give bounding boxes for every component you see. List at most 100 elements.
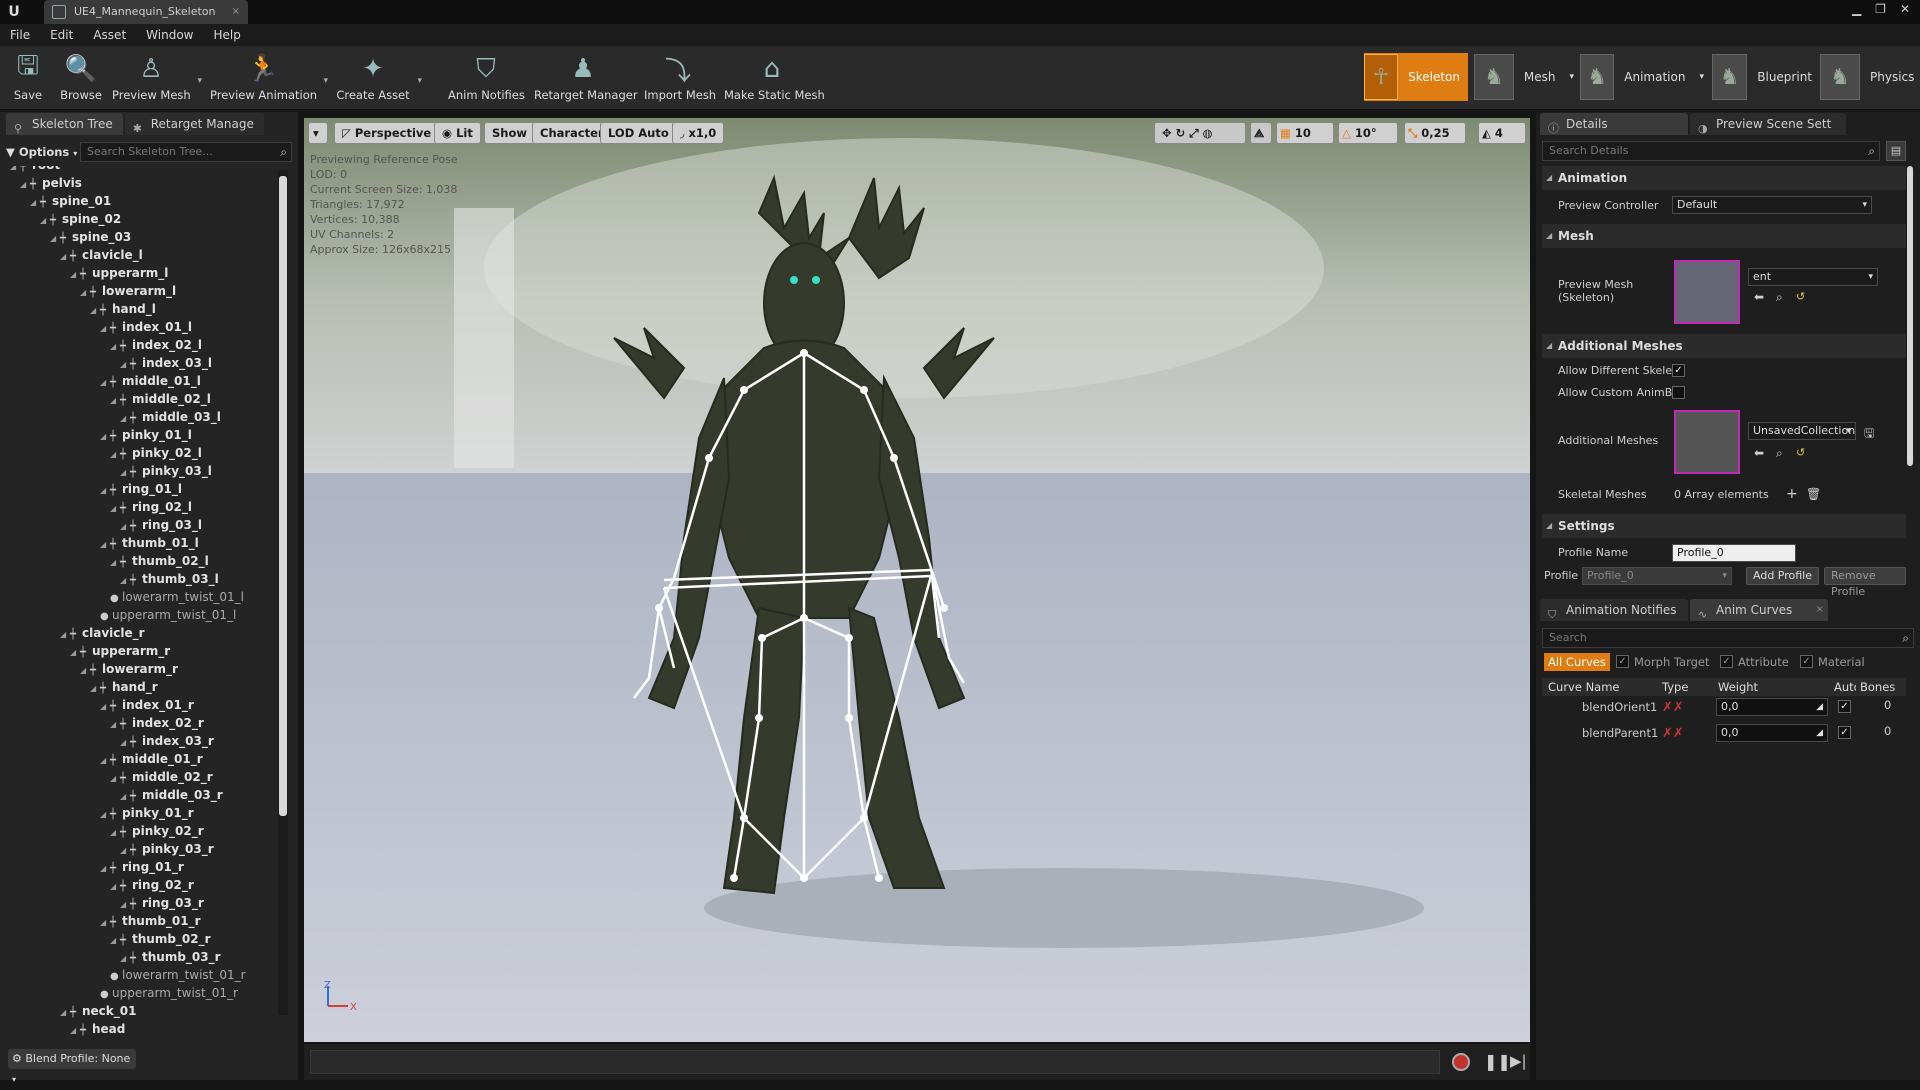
expand-arrow-icon[interactable]: ◢ <box>110 500 120 518</box>
scrollbar-thumb[interactable] <box>1907 166 1913 466</box>
bone-row[interactable]: ◢ ┿ ring_03_r <box>120 894 204 912</box>
preview-animation-dropdown-icon[interactable]: ▾ <box>323 76 328 86</box>
filter-material[interactable]: Material <box>1818 653 1865 671</box>
bone-row[interactable]: ● lowerarm_twist_01_r <box>100 966 246 984</box>
preview-mesh-dropdown-icon[interactable]: ▾ <box>197 76 202 86</box>
bone-row[interactable]: ◢ ┿ index_03_l <box>120 354 212 372</box>
section-mesh[interactable]: Mesh <box>1542 224 1906 248</box>
record-button[interactable] <box>1452 1053 1470 1071</box>
auto-checkbox[interactable]: ✓ <box>1838 726 1851 739</box>
expand-arrow-icon[interactable]: ◢ <box>110 554 120 572</box>
make-static-mesh-button[interactable]: ⌂ Make Static Mesh <box>724 50 825 108</box>
section-settings[interactable]: Settings <box>1542 514 1906 538</box>
create-asset-dropdown-icon[interactable]: ▾ <box>417 76 422 86</box>
bone-row[interactable]: ◢ ┿ thumb_03_r <box>120 948 221 966</box>
bone-row[interactable]: ◢ ┿ pinky_03_l <box>120 462 212 480</box>
filter-morph-target[interactable]: Morph Target <box>1634 653 1710 671</box>
expand-arrow-icon[interactable]: ◢ <box>80 662 90 680</box>
additional-meshes-dropdown[interactable]: UnsavedCollection ▾ <box>1748 422 1856 440</box>
expand-arrow-icon[interactable]: ◢ <box>110 446 120 464</box>
preview-mesh-dropdown[interactable]: ent ▾ <box>1748 268 1878 286</box>
details-scrollbar[interactable] <box>1906 166 1914 466</box>
bone-row[interactable]: ◢ ┿ middle_03_l <box>120 408 221 426</box>
attribute-checkbox[interactable]: ✓ <box>1720 655 1733 668</box>
minimize-button[interactable]: ▁ <box>1852 2 1861 22</box>
weight-input[interactable]: 0,0 ◢ <box>1716 724 1828 742</box>
expand-arrow-icon[interactable]: ◢ <box>100 482 110 500</box>
bone-row[interactable]: ◢ ┿ hand_l <box>90 300 156 318</box>
tab-preview-scene-settings[interactable]: ◑ Preview Scene Sett <box>1690 113 1846 135</box>
rotation-snap-button[interactable]: △ 10° <box>1338 122 1398 144</box>
profile-name-input[interactable]: Profile_0 <box>1672 544 1796 562</box>
bone-row[interactable]: ◢ ┿ pinky_02_l <box>110 444 202 462</box>
import-mesh-button[interactable]: ⤵ Import Mesh <box>644 50 716 108</box>
surface-snap-button[interactable]: ⟁ <box>1250 122 1272 144</box>
view-options-icon[interactable]: ▤ <box>1886 141 1906 161</box>
section-animation[interactable]: Animation <box>1542 166 1906 190</box>
bone-row[interactable]: ◢ ┿ ring_01_r <box>100 858 184 876</box>
document-tab[interactable]: UE4_Mannequin_Skeleton × <box>44 0 248 24</box>
menu-edit[interactable]: Edit <box>40 24 83 46</box>
timeline-scrubber[interactable] <box>310 1050 1440 1074</box>
scale-snap-button[interactable]: ⤡ 0,25 <box>1404 122 1466 144</box>
use-selected-icon[interactable]: ⬅ <box>1754 446 1764 460</box>
options-dropdown[interactable]: ▼ Options ▾ <box>6 142 78 162</box>
expand-arrow-icon[interactable]: ◢ <box>60 1004 70 1022</box>
expand-arrow-icon[interactable]: ◢ <box>80 284 90 302</box>
bone-row[interactable]: ◢ ┿ pinky_02_r <box>110 822 204 840</box>
menu-help[interactable]: Help <box>203 24 250 46</box>
bone-row[interactable]: ◢ ┿ lowerarm_r <box>80 660 178 678</box>
scrollbar-thumb[interactable] <box>279 176 287 816</box>
expand-arrow-icon[interactable]: ◢ <box>100 374 110 392</box>
bone-row[interactable]: ◢ ┿ thumb_01_l <box>100 534 199 552</box>
bone-row[interactable]: ◢ ┿ index_01_l <box>100 318 192 336</box>
bone-row[interactable]: ◢ ┿ thumb_02_r <box>110 930 211 948</box>
menu-file[interactable]: File <box>0 24 40 46</box>
playback-speed-button[interactable]: ◞ x1,0 <box>672 122 725 144</box>
transform-tools[interactable]: ✥ ↻ ⤢ ◍ <box>1154 122 1246 144</box>
bone-row[interactable]: ◢ ┿ thumb_02_l <box>110 552 209 570</box>
expand-arrow-icon[interactable]: ◢ <box>90 302 100 320</box>
mode-animation-button[interactable]: ♞ Animation ▾ <box>1580 53 1704 101</box>
allow-different-skeleton-checkbox[interactable]: ✓ <box>1672 364 1685 377</box>
expand-arrow-icon[interactable]: ◢ <box>100 806 110 824</box>
expand-arrow-icon[interactable]: ◢ <box>60 248 70 266</box>
filter-all-curves[interactable]: All Curves <box>1544 653 1610 671</box>
expand-arrow-icon[interactable]: ◢ <box>40 212 50 230</box>
bone-row[interactable]: ● upperarm_twist_01_l <box>90 606 236 624</box>
bone-row[interactable]: ◢ ┿ index_03_r <box>120 732 214 750</box>
perspective-button[interactable]: ◸ Perspective <box>334 122 440 144</box>
bone-row[interactable]: ● lowerarm_twist_01_l <box>100 588 244 606</box>
mode-blueprint-button[interactable]: ♞ Blueprint <box>1712 53 1812 101</box>
bone-row[interactable]: ◢ ┿ ring_03_l <box>120 516 202 534</box>
close-tab-icon[interactable]: × <box>1816 599 1824 621</box>
bone-row[interactable]: ◢ ┿ ring_02_l <box>110 498 192 516</box>
reset-icon[interactable]: ↺ <box>1796 290 1805 303</box>
grid-snap-button[interactable]: ▦ 10 <box>1276 122 1334 144</box>
blend-profile-dropdown[interactable]: ⚙ Blend Profile: None ▾ <box>8 1049 136 1084</box>
use-selected-icon[interactable]: ⬅ <box>1754 290 1764 304</box>
expand-arrow-icon[interactable]: ◢ <box>110 392 120 410</box>
expand-arrow-icon[interactable]: ◢ <box>110 716 120 734</box>
browse-button[interactable]: 🔍 Browse <box>58 50 104 108</box>
bone-row[interactable]: ◢ ┿ upperarm_l <box>70 264 168 282</box>
bone-row[interactable]: ◢ ┿ hand_r <box>90 678 158 696</box>
retarget-manager-button[interactable]: ♟ Retarget Manager <box>534 50 638 108</box>
expand-arrow-icon[interactable]: ◢ <box>100 860 110 878</box>
expand-arrow-icon[interactable]: ◢ <box>10 166 20 176</box>
skeleton-search-input[interactable]: Search Skeleton Tree... ⌕ <box>80 142 292 162</box>
camera-speed-button[interactable]: ◭ 4 <box>1478 122 1526 144</box>
show-button[interactable]: Show <box>484 122 535 144</box>
bone-row[interactable]: ◢ ┿ thumb_03_l <box>120 570 219 588</box>
expand-arrow-icon[interactable]: ◢ <box>20 176 30 194</box>
expand-arrow-icon[interactable]: ◢ <box>90 680 100 698</box>
bone-row[interactable]: ◢ ┿ ring_01_l <box>100 480 182 498</box>
anim-notifies-button[interactable]: ⛉ Anim Notifies <box>448 50 525 108</box>
mesh-mode-dropdown-icon[interactable]: ▾ <box>1569 72 1574 82</box>
expand-arrow-icon[interactable]: ◢ <box>100 320 110 338</box>
table-row[interactable]: blendOrient1 ✗✗ 0,0 ◢ ✓ 0 <box>1542 696 1906 720</box>
bone-row[interactable]: ◢ ┿ pinky_03_r <box>120 840 214 858</box>
bone-row[interactable]: ◢ ┿ index_02_r <box>110 714 204 732</box>
expand-arrow-icon[interactable]: ◢ <box>70 1022 80 1040</box>
animation-mode-dropdown-icon[interactable]: ▾ <box>1699 72 1704 82</box>
